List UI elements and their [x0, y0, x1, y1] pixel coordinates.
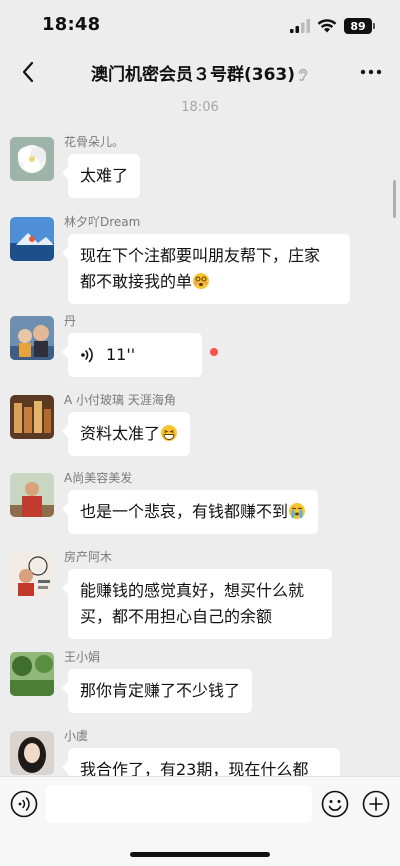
plus-button[interactable]: [362, 790, 390, 818]
avatar[interactable]: [10, 137, 54, 181]
signal-icon: [290, 19, 310, 33]
avatar[interactable]: [10, 217, 54, 261]
emoji-icon: [321, 790, 349, 818]
wifi-icon: [317, 19, 337, 33]
more-button[interactable]: [356, 58, 386, 86]
message-text-line: 都不敢接我的单: [80, 269, 338, 295]
plus-icon: [362, 790, 390, 818]
message-bubble[interactable]: 资料太准了: [61, 412, 191, 456]
message-text: 能赚钱的感觉真好，想买什么就: [80, 581, 305, 600]
sender-name: 小虞: [64, 729, 89, 743]
status-time: 18:48: [42, 14, 101, 35]
avatar[interactable]: [10, 316, 54, 360]
voice-mode-icon: [10, 790, 38, 818]
message-text: 都不敢接我的单: [80, 272, 193, 291]
avatar[interactable]: [10, 473, 54, 517]
avatar[interactable]: [10, 552, 54, 596]
message-text: 买，都不用担心自己的余额: [80, 607, 273, 626]
message-bubble[interactable]: 那你肯定赚了不少钱了: [61, 669, 253, 713]
chat-title-text: 澳门机密会员３号群(363): [90, 65, 296, 85]
sender-name: 林夕吖Dream: [64, 215, 141, 229]
message-text: 太难了: [80, 166, 129, 185]
battery-indicator: 89: [344, 18, 375, 34]
sender-name: A 小付玻璃 天涯海角: [64, 393, 176, 407]
message-input[interactable]: [46, 785, 312, 823]
sender-name: 房产阿木: [64, 550, 113, 564]
chat-title: 澳门机密会员３号群(363): [60, 60, 340, 85]
voice-duration: 11'': [106, 345, 136, 364]
sender-name: 花骨朵儿。: [64, 135, 125, 149]
message-text: 资料太准了: [80, 424, 161, 443]
chevron-left-icon: [22, 61, 34, 83]
message-bubble[interactable]: 也是一个悲哀，有钱都赚不到: [61, 490, 319, 534]
sender-name: A尚美容美发: [64, 471, 133, 485]
status-bar: 18:48 89: [0, 0, 400, 52]
back-button[interactable]: [14, 56, 42, 88]
nav-bar: 澳门机密会员３号群(363): [0, 52, 400, 92]
message-text: 我合作了，有23期，现在什么都: [80, 760, 309, 776]
chat-area[interactable]: 18:06 花骨朵儿。 太难了 林夕吖Dream 现在下个注都要叫朋友帮下，庄家…: [0, 92, 400, 776]
scrollbar-thumb[interactable]: [393, 180, 396, 218]
home-indicator[interactable]: [130, 852, 270, 857]
dizzy-face-emoji-icon: [193, 273, 210, 289]
emoji-button[interactable]: [321, 790, 349, 818]
voice-message-bubble[interactable]: 11'': [62, 333, 202, 377]
battery-level: 89: [350, 19, 366, 33]
avatar[interactable]: [10, 395, 54, 439]
sender-name: 王小娟: [64, 650, 101, 664]
avatar[interactable]: [10, 731, 54, 775]
message-bubble[interactable]: 现在下个注都要叫朋友帮下，庄家 都不敢接我的单: [62, 234, 350, 304]
chat-timestamp: 18:06: [181, 100, 219, 115]
message-text: 现在下个注都要叫朋友帮下，庄家: [80, 246, 321, 265]
message-bubble[interactable]: 我合作了，有23期，现在什么都: [62, 748, 340, 776]
voice-wave-icon: [81, 347, 93, 363]
avatar[interactable]: [10, 652, 54, 696]
ear-icon: [298, 68, 308, 81]
voice-mode-button[interactable]: [10, 790, 38, 818]
grinning-face-emoji-icon: [161, 425, 178, 441]
unread-dot: [210, 348, 218, 356]
more-dots-icon: [360, 69, 382, 75]
message-text: 也是一个悲哀，有钱都赚不到: [80, 502, 289, 521]
status-icons: 89: [290, 16, 375, 36]
message-bubble[interactable]: 太难了: [61, 154, 141, 198]
crying-face-emoji-icon: [289, 503, 306, 519]
message-bubble[interactable]: 能赚钱的感觉真好，想买什么就 买，都不用担心自己的余额: [62, 569, 332, 639]
message-text: 那你肯定赚了不少钱了: [80, 681, 241, 700]
sender-name: 丹: [64, 314, 77, 328]
